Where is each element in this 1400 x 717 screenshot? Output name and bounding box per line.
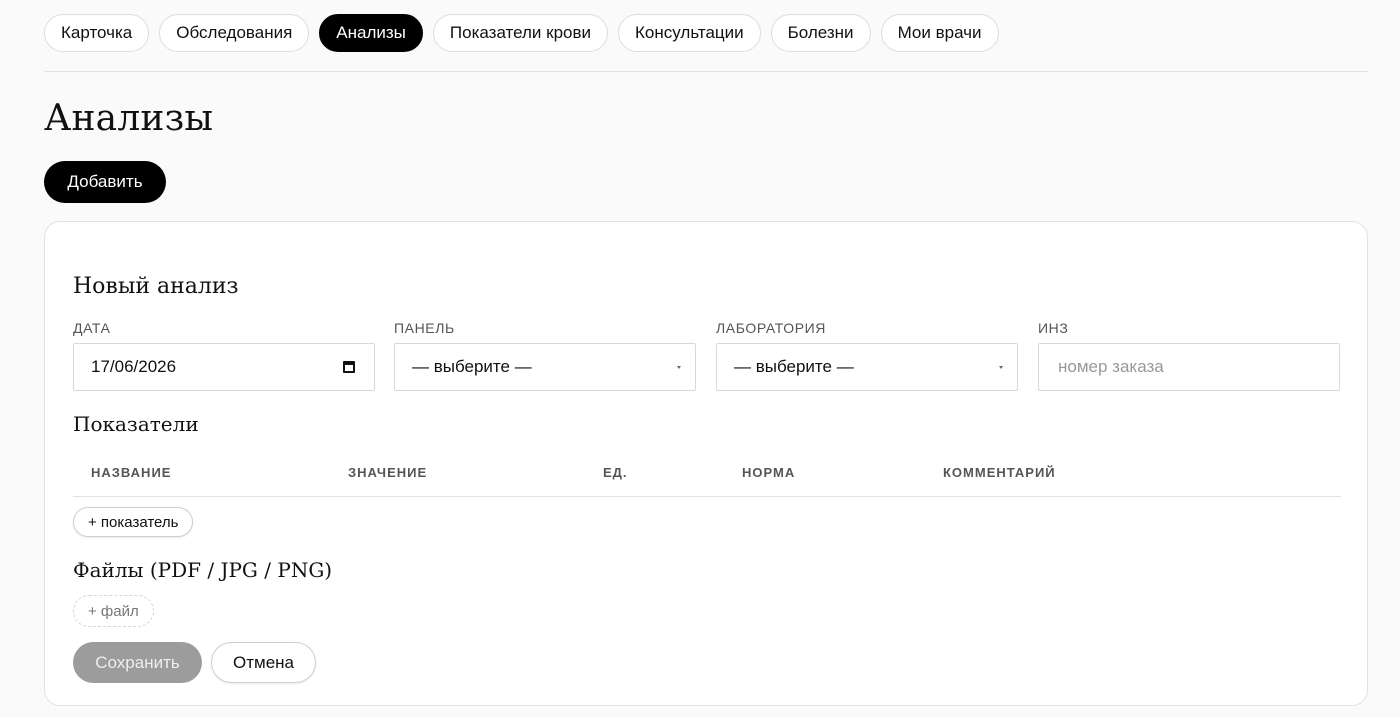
calendar-icon[interactable] [343, 361, 355, 373]
tab-consultations[interactable]: Консультации [618, 14, 761, 52]
lab-label: ЛАБОРАТОРИЯ [716, 320, 827, 336]
tab-card[interactable]: Карточка [44, 14, 150, 52]
column-header-name: НАЗВАНИЕ [91, 465, 172, 480]
form-title: Новый анализ [73, 274, 239, 299]
date-value: 17/06/2026 [91, 357, 177, 376]
tab-my-doctors[interactable]: Мои врачи [880, 14, 999, 52]
column-header-comment: КОММЕНТАРИЙ [943, 465, 1056, 480]
chevron-down-icon [999, 366, 1003, 369]
add-indicator-button[interactable]: + показатель [73, 507, 194, 537]
cancel-button[interactable]: Отмена [211, 642, 316, 683]
page-title: Анализы [44, 98, 214, 139]
table-divider [73, 496, 1341, 497]
tab-bar: Карточка Обследования Анализы Показатели… [44, 14, 999, 52]
order-number-input[interactable] [1056, 356, 1322, 378]
column-header-unit: ЕД. [603, 465, 628, 480]
tab-blood-indicators[interactable]: Показатели крови [432, 14, 609, 52]
panel-select[interactable]: — выберите — [394, 343, 696, 391]
add-file-button[interactable]: + файл [73, 595, 154, 627]
chevron-down-icon [677, 366, 681, 369]
panel-label: ПАНЕЛЬ [394, 320, 455, 336]
header-divider [44, 71, 1368, 72]
save-button[interactable]: Сохранить [73, 642, 202, 683]
new-analysis-form: Новый анализ ДАТА 17/06/2026 ПАНЕЛЬ — вы… [44, 221, 1368, 706]
date-field[interactable]: 17/06/2026 [73, 343, 375, 391]
tab-analyses[interactable]: Анализы [319, 14, 423, 52]
column-header-value: ЗНАЧЕНИЕ [348, 465, 428, 480]
add-button[interactable]: Добавить [44, 161, 166, 203]
panel-selected-value: — выберите — [412, 357, 532, 376]
lab-select[interactable]: — выберите — [716, 343, 1018, 391]
lab-selected-value: — выберите — [734, 357, 854, 376]
files-title: Файлы (PDF / JPG / PNG) [73, 558, 333, 582]
tab-examinations[interactable]: Обследования [159, 14, 310, 52]
inz-field[interactable] [1038, 343, 1340, 391]
column-header-norm: НОРМА [742, 465, 796, 480]
tab-diseases[interactable]: Болезни [770, 14, 871, 52]
indicators-title: Показатели [73, 412, 199, 436]
date-label: ДАТА [73, 320, 111, 336]
inz-label: ИНЗ [1038, 320, 1069, 336]
